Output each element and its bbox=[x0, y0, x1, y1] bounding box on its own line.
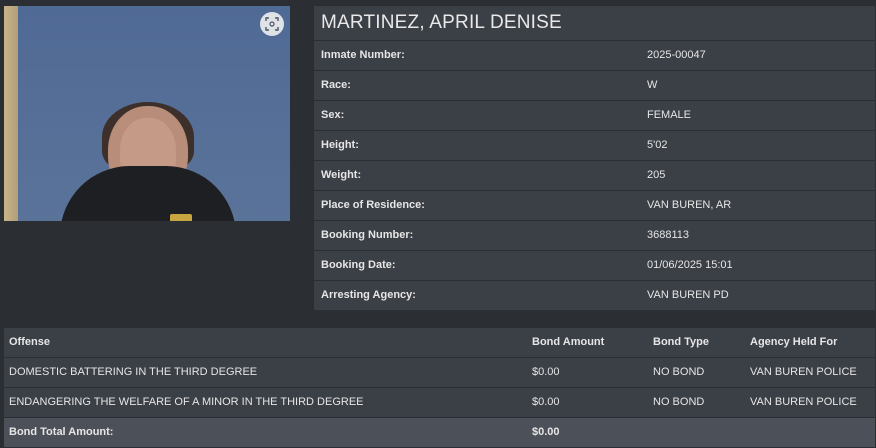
bond-total-label: Bond Total Amount: bbox=[9, 426, 114, 438]
detail-row-residence: Place of Residence: VAN BUREN, AR bbox=[314, 191, 875, 220]
agency-cell: VAN BUREN POLICE bbox=[750, 396, 857, 408]
detail-label: Booking Date: bbox=[321, 259, 396, 271]
detail-value: 205 bbox=[647, 169, 666, 181]
bond-total-row: Bond Total Amount: $0.00 bbox=[4, 418, 875, 447]
offenses-header-row: Offense Bond Amount Bond Type Agency Hel… bbox=[4, 328, 875, 357]
detail-value: 2025-00047 bbox=[647, 49, 706, 61]
detail-row-weight: Weight: 205 bbox=[314, 161, 875, 190]
inmate-name: MARTINEZ, APRIL DENISE bbox=[314, 6, 875, 40]
expand-icon bbox=[265, 17, 279, 31]
header-offense: Offense bbox=[9, 336, 50, 348]
detail-label: Race: bbox=[321, 79, 351, 91]
photo-subject-body bbox=[60, 166, 236, 221]
detail-label: Place of Residence: bbox=[321, 199, 425, 211]
detail-row-race: Race: W bbox=[314, 71, 875, 100]
bond-type-cell: NO BOND bbox=[653, 396, 705, 408]
detail-value: 01/06/2025 15:01 bbox=[647, 259, 733, 271]
header-bond-type: Bond Type bbox=[653, 336, 710, 348]
offense-cell: DOMESTIC BATTERING IN THE THIRD DEGREE bbox=[9, 366, 258, 378]
detail-row-sex: Sex: FEMALE bbox=[314, 101, 875, 130]
detail-label: Height: bbox=[321, 139, 359, 151]
photo-background bbox=[4, 6, 18, 221]
table-row: DOMESTIC BATTERING IN THE THIRD DEGREE $… bbox=[4, 358, 875, 387]
detail-value: VAN BUREN, AR bbox=[647, 199, 732, 211]
mugshot-photo bbox=[4, 6, 290, 221]
bond-amount-cell: $0.00 bbox=[532, 366, 560, 378]
detail-value: VAN BUREN PD bbox=[647, 289, 729, 301]
detail-value: W bbox=[647, 79, 658, 91]
detail-row-inmate-number: Inmate Number: 2025-00047 bbox=[314, 41, 875, 70]
header-bond-amount: Bond Amount bbox=[532, 336, 605, 348]
detail-value: 5'02 bbox=[647, 139, 668, 151]
zoom-photo-button[interactable] bbox=[260, 12, 284, 36]
bond-amount-cell: $0.00 bbox=[532, 396, 560, 408]
detail-value: FEMALE bbox=[647, 109, 692, 121]
bond-type-cell: NO BOND bbox=[653, 366, 705, 378]
detail-row-arresting-agency: Arresting Agency: VAN BUREN PD bbox=[314, 281, 875, 310]
inmate-details: MARTINEZ, APRIL DENISE Inmate Number: 20… bbox=[314, 6, 875, 310]
detail-label: Weight: bbox=[321, 169, 362, 181]
detail-label: Sex: bbox=[321, 109, 345, 121]
header-agency-held-for: Agency Held For bbox=[750, 336, 838, 348]
detail-row-booking-date: Booking Date: 01/06/2025 15:01 bbox=[314, 251, 875, 280]
detail-label: Booking Number: bbox=[321, 229, 414, 241]
bond-total-value: $0.00 bbox=[532, 426, 560, 438]
detail-row-booking-number: Booking Number: 3688113 bbox=[314, 221, 875, 250]
detail-label: Arresting Agency: bbox=[321, 289, 416, 301]
offenses-table: Offense Bond Amount Bond Type Agency Hel… bbox=[4, 328, 875, 447]
detail-row-height: Height: 5'02 bbox=[314, 131, 875, 160]
offense-cell: ENDANGERING THE WELFARE OF A MINOR IN TH… bbox=[9, 396, 364, 408]
agency-cell: VAN BUREN POLICE bbox=[750, 366, 857, 378]
detail-value: 3688113 bbox=[647, 229, 690, 241]
detail-label: Inmate Number: bbox=[321, 49, 405, 61]
shirt-logo bbox=[170, 214, 192, 221]
table-row: ENDANGERING THE WELFARE OF A MINOR IN TH… bbox=[4, 388, 875, 417]
